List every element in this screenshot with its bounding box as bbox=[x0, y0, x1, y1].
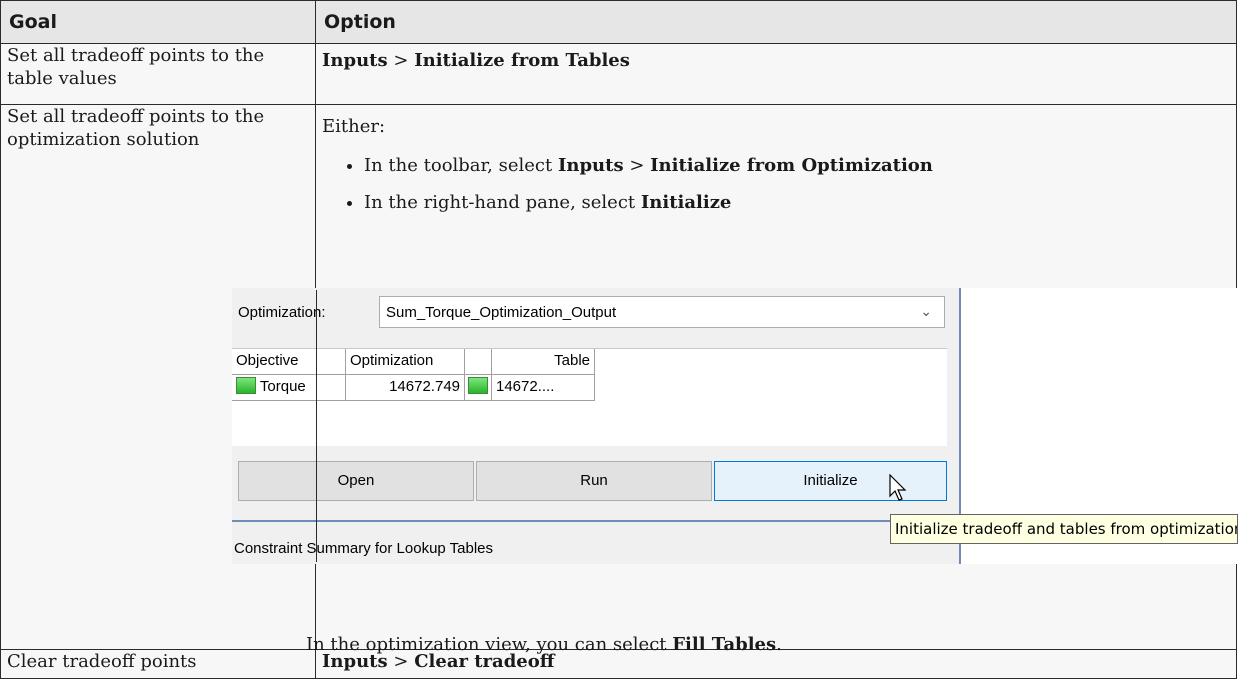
menu-inputs: Inputs bbox=[322, 50, 388, 72]
fill-tables-term: Fill Tables bbox=[672, 634, 777, 655]
optimization-select-value: Sum_Torque_Optimization_Output bbox=[386, 304, 617, 321]
open-button[interactable]: Open bbox=[238, 461, 474, 501]
menu-separator: > bbox=[623, 154, 651, 176]
column-divider bbox=[316, 290, 317, 562]
bullet1-text: In the toolbar, select bbox=[364, 154, 558, 176]
fill-tables-text: In the optimization view, you can select… bbox=[306, 634, 782, 655]
list-item: In the toolbar, select Inputs > Initiali… bbox=[364, 154, 1230, 177]
status-swatch-icon bbox=[236, 377, 256, 394]
fill-post: . bbox=[776, 634, 782, 655]
embedded-screenshot: Optimization: Sum_Torque_Optimization_Ou… bbox=[232, 288, 1238, 564]
constraint-summary-title: Constraint Summary for Lookup Tables bbox=[234, 540, 494, 557]
grid-cell-objective[interactable]: Torque bbox=[232, 375, 346, 401]
list-item: In the right-hand pane, select Initializ… bbox=[364, 191, 1230, 214]
option-cell: Inputs > Initialize from Tables bbox=[315, 43, 1237, 105]
goal-cell: Set all tradeoff points to the table val… bbox=[0, 43, 316, 105]
grid-header-objective[interactable]: Objective bbox=[232, 349, 346, 375]
pane-divider bbox=[232, 520, 959, 522]
optimization-select[interactable]: Sum_Torque_Optimization_Output ⌄ bbox=[379, 296, 945, 328]
initialize-tooltip: Initialize tradeoff and tables from opti… bbox=[890, 514, 1238, 544]
grid-cell-optimization[interactable]: 14672.749 bbox=[346, 375, 465, 401]
mouse-pointer-icon bbox=[889, 474, 907, 501]
table-row: Set all tradeoff points to the table val… bbox=[0, 43, 1237, 105]
grid-header-swatch[interactable] bbox=[465, 349, 492, 375]
bullet2-text: In the right-hand pane, select bbox=[364, 191, 641, 213]
initialize-term: Initialize bbox=[640, 191, 732, 213]
fill-pre: In the optimization view, you can select bbox=[306, 634, 673, 655]
grid-cell-table[interactable]: 14672.... bbox=[492, 375, 595, 401]
grid-objective-value: Torque bbox=[259, 378, 306, 395]
goal-header: Goal bbox=[0, 0, 316, 45]
chevron-down-icon[interactable]: ⌄ bbox=[920, 303, 932, 320]
optimization-pane: Optimization: Sum_Torque_Optimization_Ou… bbox=[232, 288, 959, 564]
either-text: Either: bbox=[322, 115, 386, 137]
menu-separator: > bbox=[393, 50, 409, 72]
grid-cell-swatch bbox=[465, 375, 492, 401]
option-list: In the toolbar, select Inputs > Initiali… bbox=[322, 154, 1230, 214]
optimization-label: Optimization: bbox=[238, 304, 326, 321]
option-header: Option bbox=[315, 0, 1237, 45]
initialize-button[interactable]: Initialize bbox=[714, 461, 947, 501]
status-swatch-icon bbox=[468, 377, 488, 394]
run-button[interactable]: Run bbox=[476, 461, 712, 501]
grid-header-optimization[interactable]: Optimization bbox=[346, 349, 465, 375]
menu-initialize-from-tables: Initialize from Tables bbox=[414, 50, 630, 72]
goal-cell: Clear tradeoff points bbox=[0, 649, 316, 679]
objective-grid: Objective Optimization Table Torque 1467… bbox=[232, 348, 947, 446]
grid-header-table[interactable]: Table bbox=[492, 349, 595, 375]
menu-initialize-from-optimization: Initialize from Optimization bbox=[650, 154, 933, 176]
menu-inputs: Inputs bbox=[557, 154, 624, 176]
